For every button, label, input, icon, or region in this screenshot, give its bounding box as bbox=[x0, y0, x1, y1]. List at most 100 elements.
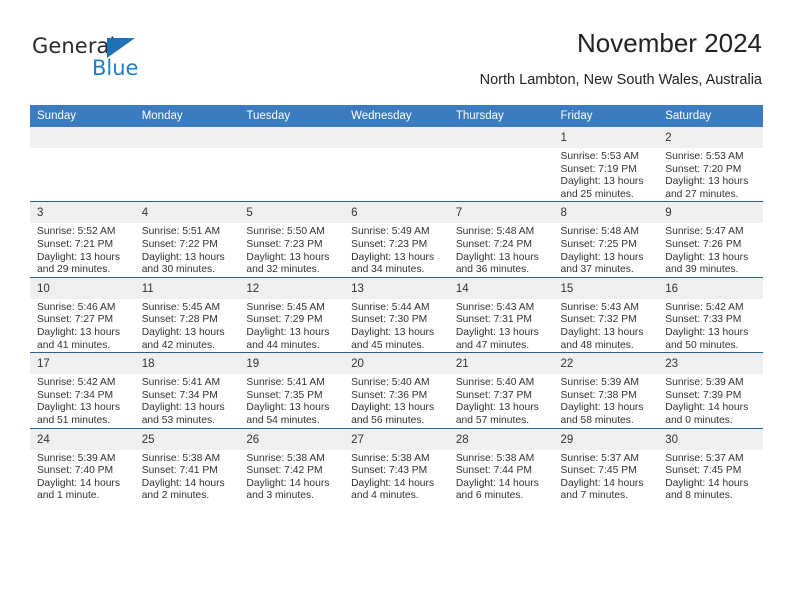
sunset-text: Sunset: 7:20 PM bbox=[665, 163, 742, 175]
calendar-day-cell[interactable]: 15 Sunrise: 5:43 AM Sunset: 7:32 PM Dayligh… bbox=[553, 276, 659, 353]
calendar-week-row: 24 Sunrise: 5:39 AM Sunset: 7:40 PM Dayligh… bbox=[30, 427, 763, 503]
day-sun-info: Sunrise: 5:38 AM Sunset: 7:41 PM Daylight:… bbox=[135, 450, 240, 503]
daylight-text: Daylight: 13 hours and 27 minutes. bbox=[665, 176, 749, 200]
day-sun-info: Sunrise: 5:41 AM Sunset: 7:34 PM Daylight:… bbox=[135, 374, 240, 427]
page-title: November 2024 bbox=[577, 28, 762, 58]
sunrise-text: Sunrise: 5:48 AM bbox=[560, 226, 639, 238]
calendar-day-cell[interactable]: 27 Sunrise: 5:38 AM Sunset: 7:43 PM Dayligh… bbox=[344, 427, 449, 503]
day-number: 23 bbox=[658, 353, 763, 375]
day-number: 27 bbox=[344, 428, 449, 450]
day-number: 10 bbox=[30, 277, 135, 299]
sunrise-text: Sunrise: 5:42 AM bbox=[665, 301, 744, 313]
day-number: 11 bbox=[134, 277, 240, 299]
calendar-day-cell[interactable]: 1 Sunrise: 5:53 AM Sunset: 7:19 PM Daylight… bbox=[553, 127, 659, 202]
daylight-text: Daylight: 13 hours and 42 minutes. bbox=[141, 326, 225, 351]
sunrise-text: Sunrise: 5:48 AM bbox=[455, 226, 535, 238]
sunset-text: Sunset: 7:23 PM bbox=[246, 238, 323, 250]
daylight-text: Daylight: 14 hours and 6 minutes. bbox=[455, 477, 539, 502]
sunrise-text: Sunrise: 5:53 AM bbox=[665, 151, 744, 162]
sunset-text: Sunset: 7:25 PM bbox=[560, 238, 637, 250]
day-number: 15 bbox=[553, 277, 659, 299]
calendar-day-cell[interactable]: 16 Sunrise: 5:42 AM Sunset: 7:33 PM Dayligh… bbox=[658, 276, 763, 353]
day-sun-info: Sunrise: 5:38 AM Sunset: 7:44 PM Daylight:… bbox=[449, 450, 554, 503]
daylight-text: Daylight: 13 hours and 54 minutes. bbox=[246, 402, 330, 426]
daylight-text: Daylight: 14 hours and 8 minutes. bbox=[665, 477, 749, 502]
brand-logo[interactable]: General Blue bbox=[32, 34, 182, 86]
sunrise-text: Sunrise: 5:41 AM bbox=[141, 377, 221, 389]
calendar-day-cell[interactable]: 12 Sunrise: 5:45 AM Sunset: 7:29 PM Dayligh… bbox=[239, 276, 345, 353]
weekday-header-sunday: Sunday bbox=[30, 105, 135, 127]
daylight-text: Daylight: 14 hours and 4 minutes. bbox=[351, 477, 435, 502]
sunset-text: Sunset: 7:27 PM bbox=[37, 314, 114, 326]
daylight-text: Daylight: 14 hours and 0 minutes. bbox=[665, 402, 749, 426]
calendar-day-cell[interactable]: 19 Sunrise: 5:41 AM Sunset: 7:35 PM Dayligh… bbox=[239, 352, 345, 428]
sunset-text: Sunset: 7:36 PM bbox=[351, 389, 428, 401]
day-sun-info: Sunrise: 5:42 AM Sunset: 7:34 PM Daylight:… bbox=[30, 374, 135, 427]
calendar-day-cell[interactable]: 22 Sunrise: 5:39 AM Sunset: 7:38 PM Dayligh… bbox=[553, 352, 659, 428]
calendar-day-cell[interactable]: 25 Sunrise: 5:38 AM Sunset: 7:41 PM Dayligh… bbox=[134, 427, 240, 503]
calendar-day-cell[interactable]: 13 Sunrise: 5:44 AM Sunset: 7:30 PM Dayligh… bbox=[344, 276, 449, 353]
calendar-day-cell[interactable]: 10 Sunrise: 5:46 AM Sunset: 7:27 PM Dayligh… bbox=[30, 276, 135, 353]
daylight-text: Daylight: 13 hours and 37 minutes. bbox=[560, 251, 644, 276]
sunrise-text: Sunrise: 5:45 AM bbox=[246, 301, 325, 313]
calendar-week-row: 1 Sunrise: 5:53 AM Sunset: 7:19 PM Daylight… bbox=[30, 127, 763, 202]
calendar-day-cell[interactable]: 11 Sunrise: 5:45 AM Sunset: 7:28 PM Dayligh… bbox=[134, 276, 240, 353]
brand-name-blue: Blue bbox=[92, 56, 139, 80]
calendar-day-cell[interactable]: 9 Sunrise: 5:47 AM Sunset: 7:26 PM Daylight… bbox=[658, 201, 763, 278]
sunrise-text: Sunrise: 5:38 AM bbox=[351, 452, 430, 464]
sunset-text: Sunset: 7:32 PM bbox=[560, 314, 637, 326]
calendar-day-cell[interactable]: 26 Sunrise: 5:38 AM Sunset: 7:42 PM Dayligh… bbox=[239, 427, 345, 503]
calendar-day-cell[interactable]: 3 Sunrise: 5:52 AM Sunset: 7:21 PM Daylight… bbox=[30, 201, 135, 278]
calendar-day-cell[interactable]: 5 Sunrise: 5:50 AM Sunset: 7:23 PM Daylight… bbox=[239, 201, 345, 278]
weekday-header-saturday: Saturday bbox=[658, 105, 763, 127]
calendar-day-cell[interactable]: 6 Sunrise: 5:49 AM Sunset: 7:23 PM Daylight… bbox=[344, 201, 449, 278]
calendar-day-cell[interactable]: 28 Sunrise: 5:38 AM Sunset: 7:44 PM Dayligh… bbox=[448, 427, 554, 503]
calendar-day-cell[interactable]: 29 Sunrise: 5:37 AM Sunset: 7:45 PM Dayligh… bbox=[553, 427, 659, 503]
calendar-day-cell[interactable]: 7 Sunrise: 5:48 AM Sunset: 7:24 PM Daylight… bbox=[448, 201, 554, 278]
day-number bbox=[30, 127, 135, 148]
calendar-day-cell[interactable]: 17 Sunrise: 5:42 AM Sunset: 7:34 PM Dayligh… bbox=[30, 352, 135, 428]
calendar-day-cell[interactable]: 23 Sunrise: 5:39 AM Sunset: 7:39 PM Dayligh… bbox=[658, 352, 763, 428]
sunrise-text: Sunrise: 5:44 AM bbox=[351, 301, 430, 313]
sunset-text: Sunset: 7:38 PM bbox=[560, 389, 637, 401]
daylight-text: Daylight: 14 hours and 1 minute. bbox=[37, 477, 120, 502]
day-number: 16 bbox=[658, 277, 763, 299]
weekday-header-monday: Monday bbox=[134, 105, 240, 127]
sunrise-text: Sunrise: 5:39 AM bbox=[560, 377, 639, 389]
calendar-day-cell[interactable]: 4 Sunrise: 5:51 AM Sunset: 7:22 PM Daylight… bbox=[134, 201, 240, 278]
day-sun-info: Sunrise: 5:43 AM Sunset: 7:31 PM Daylight:… bbox=[449, 299, 554, 352]
calendar-day-cell[interactable]: 8 Sunrise: 5:48 AM Sunset: 7:25 PM Daylight… bbox=[553, 201, 659, 278]
day-number: 20 bbox=[344, 353, 449, 375]
sunset-text: Sunset: 7:44 PM bbox=[455, 465, 532, 477]
daylight-text: Daylight: 13 hours and 48 minutes. bbox=[560, 326, 644, 351]
sunrise-text: Sunrise: 5:39 AM bbox=[37, 452, 116, 464]
calendar-day-cell[interactable]: 2 Sunrise: 5:53 AM Sunset: 7:20 PM Daylight… bbox=[658, 127, 763, 202]
calendar-day-cell[interactable]: 20 Sunrise: 5:40 AM Sunset: 7:36 PM Dayligh… bbox=[344, 352, 449, 428]
sunrise-text: Sunrise: 5:37 AM bbox=[665, 452, 744, 464]
sunset-text: Sunset: 7:28 PM bbox=[141, 314, 218, 326]
daylight-text: Daylight: 13 hours and 58 minutes. bbox=[560, 402, 644, 426]
weekday-header-tuesday: Tuesday bbox=[239, 105, 345, 127]
calendar-day-cell-empty bbox=[239, 127, 345, 202]
sunrise-text: Sunrise: 5:38 AM bbox=[455, 452, 535, 464]
day-number: 4 bbox=[134, 202, 240, 224]
day-sun-info: Sunrise: 5:48 AM Sunset: 7:24 PM Daylight:… bbox=[449, 223, 554, 276]
calendar-day-cell[interactable]: 30 Sunrise: 5:37 AM Sunset: 7:45 PM Dayligh… bbox=[658, 427, 763, 503]
daylight-text: Daylight: 13 hours and 53 minutes. bbox=[141, 402, 225, 426]
day-sun-info: Sunrise: 5:39 AM Sunset: 7:38 PM Daylight:… bbox=[554, 374, 659, 427]
day-number bbox=[344, 127, 449, 148]
calendar-week-row: 17 Sunrise: 5:42 AM Sunset: 7:34 PM Dayligh… bbox=[30, 352, 763, 428]
calendar-day-cell-empty bbox=[448, 127, 554, 202]
day-sun-info: Sunrise: 5:52 AM Sunset: 7:21 PM Daylight:… bbox=[30, 223, 135, 276]
day-sun-info: Sunrise: 5:53 AM Sunset: 7:19 PM Daylight:… bbox=[554, 148, 659, 201]
day-sun-info: Sunrise: 5:50 AM Sunset: 7:23 PM Daylight:… bbox=[239, 223, 344, 276]
calendar-day-cell[interactable]: 18 Sunrise: 5:41 AM Sunset: 7:34 PM Dayligh… bbox=[134, 352, 240, 428]
sunrise-text: Sunrise: 5:47 AM bbox=[665, 226, 744, 238]
day-sun-info: Sunrise: 5:53 AM Sunset: 7:20 PM Daylight:… bbox=[658, 148, 763, 201]
day-number: 19 bbox=[239, 353, 345, 375]
day-number: 6 bbox=[344, 202, 449, 224]
calendar-day-cell[interactable]: 14 Sunrise: 5:43 AM Sunset: 7:31 PM Dayligh… bbox=[448, 276, 554, 353]
sunset-text: Sunset: 7:19 PM bbox=[560, 163, 637, 175]
calendar-day-cell[interactable]: 21 Sunrise: 5:40 AM Sunset: 7:37 PM Dayligh… bbox=[448, 352, 554, 428]
calendar-day-cell[interactable]: 24 Sunrise: 5:39 AM Sunset: 7:40 PM Dayligh… bbox=[30, 427, 135, 503]
